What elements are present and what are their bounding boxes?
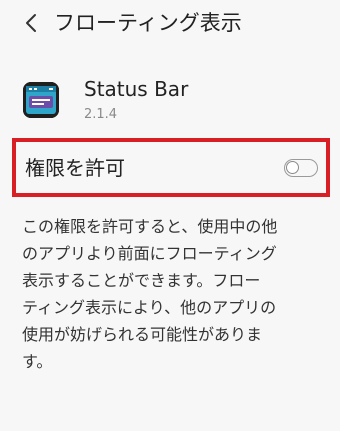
app-name: Status Bar <box>84 77 189 101</box>
description-line: のアプリより前面にフローティング <box>22 244 277 263</box>
description-line: 表示することができます。フロー <box>22 271 261 290</box>
back-button[interactable] <box>20 9 42 37</box>
allow-permission-row[interactable]: 権限を許可 <box>12 138 330 197</box>
app-version: 2.1.4 <box>84 107 118 122</box>
app-header: フローティング表示 <box>0 0 340 50</box>
chevron-left-icon <box>26 14 36 32</box>
status-bar-app-icon <box>23 82 59 118</box>
page-title: フローティング表示 <box>54 11 242 35</box>
app-info: Status Bar 2.1.4 <box>0 70 340 130</box>
description-line: 使用が妨げられる可能性がありま <box>22 325 263 344</box>
permission-label: 権限を許可 <box>25 156 125 180</box>
permission-description: この権限を許可すると、使用中の他 のアプリより前面にフローティング 表示すること… <box>22 213 322 375</box>
toggle-knob <box>286 161 299 174</box>
description-line: ティング表示により、他のアプリの <box>22 298 277 317</box>
description-line: この権限を許可すると、使用中の他 <box>22 217 278 236</box>
permission-toggle[interactable] <box>284 159 318 177</box>
description-line: す。 <box>22 352 53 371</box>
